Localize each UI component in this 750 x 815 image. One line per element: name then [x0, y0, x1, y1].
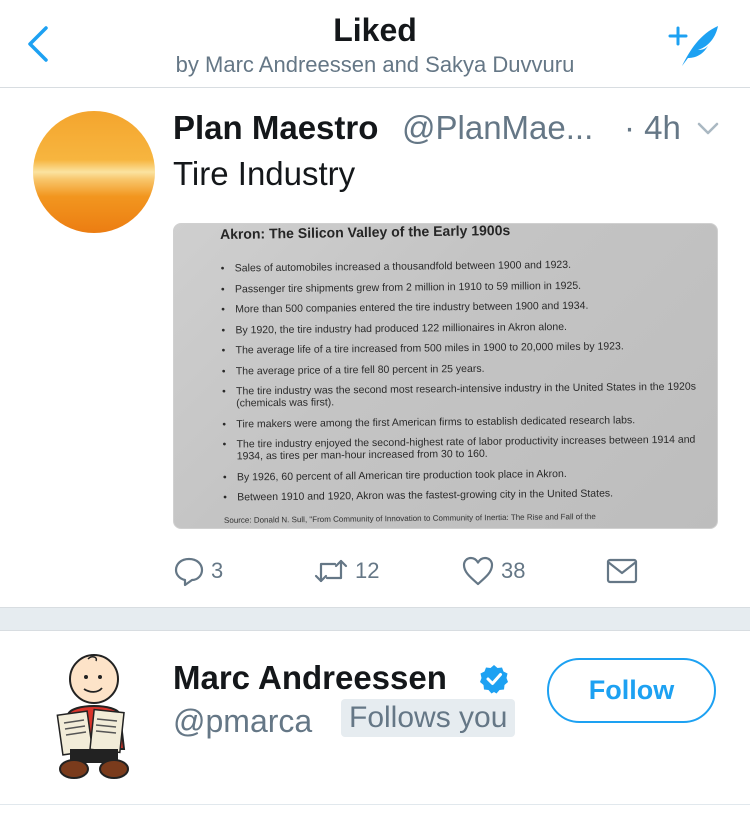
retweet-icon: [314, 559, 348, 583]
compose-tweet-icon: [668, 26, 718, 66]
tweet-author-name[interactable]: Plan Maestro: [173, 109, 378, 147]
top-nav-bar: Liked by Marc Andreessen and Sakya Duvvu…: [0, 0, 750, 88]
heart-icon: [462, 556, 494, 586]
tweet[interactable]: Plan Maestro @PlanMae... · 4h Tire Indus…: [0, 89, 750, 607]
reply-button[interactable]: 3: [173, 551, 223, 591]
follow-button[interactable]: Follow: [547, 658, 716, 723]
retweet-count: 12: [355, 558, 380, 583]
chevron-down-icon: [697, 122, 719, 135]
image-bullet: By 1926, 60 percent of all American tire…: [223, 466, 713, 483]
direct-message-button[interactable]: [605, 551, 645, 591]
avatar[interactable]: [44, 649, 144, 789]
tweet-action-bar: 3 12 38: [173, 551, 653, 591]
avatar[interactable]: [33, 111, 155, 233]
user-list-item[interactable]: Marc Andreessen @pmarca Follows you Foll…: [0, 631, 750, 805]
reply-count: 3: [211, 558, 224, 583]
image-document-title: Akron: The Silicon Valley of the Early 1…: [219, 223, 511, 243]
verified-badge-icon: [478, 663, 510, 695]
image-bullet: The average life of a tire increased fro…: [222, 339, 712, 356]
user-handle: @pmarca: [173, 703, 313, 739]
image-bullet: The average price of a tire fell 80 perc…: [222, 360, 712, 377]
image-bullet: Sales of automobiles increased a thousan…: [221, 257, 711, 275]
tweet-text: Tire Industry: [173, 155, 356, 192]
image-bullet: The tire industry was the second most re…: [222, 380, 712, 410]
page-title: Liked: [333, 12, 417, 48]
image-bullet-list: Sales of automobiles increased a thousan…: [221, 257, 714, 512]
user-display-name[interactable]: Marc Andreessen: [173, 659, 447, 697]
tweet-timestamp: · 4h: [624, 109, 681, 146]
compose-tweet-button[interactable]: [664, 20, 724, 70]
envelope-icon: [606, 558, 638, 584]
follows-you-badge: Follows you: [341, 699, 516, 737]
reply-icon: [174, 557, 204, 587]
image-bullet: Passenger tire shipments grew from 2 mil…: [221, 278, 711, 295]
image-bullet: Between 1910 and 1920, Akron was the fas…: [223, 486, 713, 503]
follow-button-label: Follow: [588, 675, 675, 705]
like-button[interactable]: 38: [461, 551, 525, 591]
image-bullet: The tire industry enjoyed the second-hig…: [223, 433, 713, 463]
tweet-author-handle[interactable]: @PlanMae...: [402, 109, 593, 147]
page-subtitle: by Marc Andreessen and Sakya Duvvuru: [175, 52, 575, 77]
section-divider: [0, 607, 750, 631]
retweet-button[interactable]: 12: [313, 551, 379, 591]
image-source-note: Source: Donald N. Sull, "From Community …: [223, 512, 596, 525]
tweet-image[interactable]: Akron: The Silicon Valley of the Early 1…: [173, 223, 718, 529]
image-bullet: More than 500 companies entered the tire…: [221, 298, 711, 316]
like-count: 38: [501, 558, 526, 583]
charlie-brown-avatar-icon: [56, 654, 129, 779]
tweet-options-button[interactable]: [696, 121, 720, 137]
image-bullet: Tire makers were among the first America…: [222, 413, 712, 430]
image-bullet: By 1920, the tire industry had produced …: [221, 319, 711, 336]
